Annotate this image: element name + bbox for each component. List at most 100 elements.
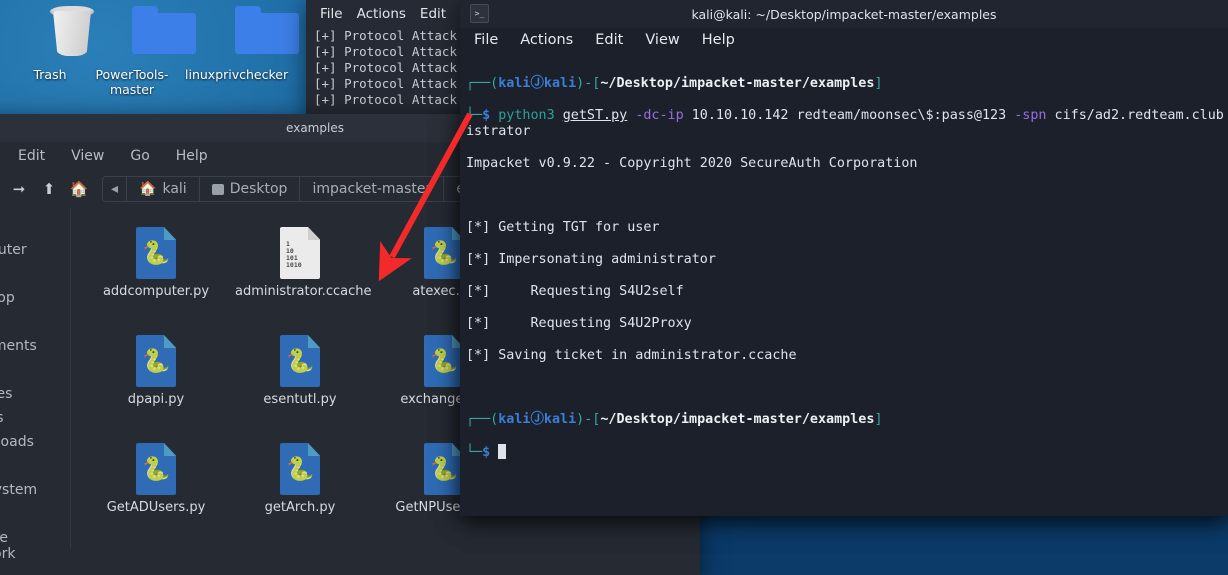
- desktop-icon-powertools[interactable]: PowerTools-master: [82, 6, 196, 97]
- sidebar-item-file-system[interactable]: File System: [0, 478, 70, 502]
- desktop-icon-label: PowerTools-master: [95, 67, 169, 97]
- prompt-user: kali: [498, 76, 531, 91]
- sidebar-item-label: Desktop: [0, 290, 15, 306]
- sidebar-item-downloads[interactable]: Downloads: [0, 430, 70, 454]
- prompt-line-2: ┌──(kaliⒿkali)-[~/Desktop/impacket-maste…: [466, 412, 883, 427]
- terminal-line: [+] Protocol Attack: [314, 28, 457, 43]
- sidebar-item-desktop[interactable]: Desktop: [0, 286, 70, 310]
- sidebar-item-trash[interactable]: Trash: [0, 310, 70, 334]
- menu-actions[interactable]: Actions: [357, 6, 406, 22]
- up-arrow-icon[interactable]: ⬆: [34, 176, 64, 202]
- sidebar-item-kali[interactable]: kali: [0, 262, 70, 286]
- cmd-interpreter: python3: [498, 108, 555, 123]
- menu-help[interactable]: Help: [702, 32, 735, 48]
- breadcrumb-label: kali: [162, 181, 187, 197]
- desktop-icon-label: linuxprivchecker: [185, 67, 289, 82]
- back-terminal-output: [+] Protocol Attack [+] Protocol Attack [+…: [306, 26, 470, 108]
- main-terminal-menubar: File Actions Edit View Help: [460, 28, 1228, 54]
- menu-file[interactable]: File: [320, 6, 343, 22]
- output-line: [*] Saving ticket in administrator.ccach…: [466, 348, 797, 363]
- breadcrumb-item-kali[interactable]: 🏠 kali: [127, 177, 200, 201]
- forward-arrow-icon[interactable]: ➞: [4, 176, 34, 202]
- folder-icon: [82, 6, 196, 64]
- menu-go[interactable]: Go: [130, 148, 149, 164]
- menu-help[interactable]: Help: [176, 148, 208, 164]
- cmd-credential: redteam/moonsec\$:pass@123: [796, 108, 1007, 123]
- background-terminal-protocol-window[interactable]: File Actions Edit [+] Protocol Attack [+]…: [306, 0, 470, 120]
- python-file-icon: 🐍: [91, 222, 221, 284]
- input-line[interactable]: └─$: [466, 444, 1228, 461]
- prompt-user: kali: [498, 412, 531, 427]
- cmd-spn: cifs/ad2.redteam.club: [1054, 108, 1224, 123]
- menu-edit[interactable]: Edit: [420, 6, 446, 22]
- output-line: [*] Requesting S4U2Proxy: [466, 316, 692, 331]
- sidebar-header-devices: Devices: [0, 454, 70, 478]
- sidebar-item-computer[interactable]: Computer: [0, 238, 70, 262]
- home-icon[interactable]: 🏠: [64, 176, 94, 202]
- file-manager-title: examples: [286, 121, 344, 135]
- desktop-icon-linuxprivchecker[interactable]: linuxprivchecker: [185, 6, 299, 82]
- sidebar-header-places: Places: [0, 214, 70, 238]
- sidebar-item-pictures[interactable]: Pictures: [0, 382, 70, 406]
- sidebar-item-videos[interactable]: Videos: [0, 406, 70, 430]
- file-item[interactable]: 🐍 GetADUsers.py: [91, 438, 221, 546]
- file-item[interactable]: 🐍 addcomputer.py: [91, 222, 221, 330]
- file-item[interactable]: 🐍 getArch.py: [235, 438, 365, 546]
- prompt-path: ~/Desktop/impacket-master/examples: [600, 76, 875, 91]
- sidebar-header-network: Network: [0, 502, 70, 526]
- python-file-icon: 🐍: [91, 330, 221, 392]
- sidebar-item-label: File System: [0, 482, 38, 498]
- menu-view[interactable]: View: [645, 32, 679, 48]
- terminal-line: [+] Protocol Attack: [314, 60, 457, 75]
- terminal-icon: >_: [470, 4, 489, 23]
- menu-file[interactable]: File: [474, 32, 498, 48]
- cmd-target-tail: istrator: [466, 124, 531, 139]
- terminal-line: [+] Protocol Attack: [314, 92, 457, 107]
- output-line: [*] Getting TGT for user: [466, 220, 660, 235]
- prompt-host: kali: [543, 76, 577, 91]
- breadcrumb-item-desktop[interactable]: Desktop: [200, 177, 301, 201]
- main-terminal-titlebar[interactable]: >_ kali@kali: ~/Desktop/impacket-master/…: [460, 0, 1228, 28]
- prompt-at-icon: Ⓙ: [530, 76, 544, 91]
- breadcrumb-label: Desktop: [229, 181, 288, 197]
- file-name: dpapi.py: [127, 392, 185, 407]
- prompt-sigil: $: [482, 108, 491, 123]
- prompt-line-1: ┌──(kaliⒿkali)-[~/Desktop/impacket-maste…: [466, 76, 883, 91]
- python-file-icon: 🐍: [91, 438, 221, 500]
- file-item[interactable]: 🐍 dpapi.py: [91, 330, 221, 438]
- chevron-left-icon[interactable]: ◂: [103, 177, 128, 201]
- file-item[interactable]: 🐍 esentutl.py: [235, 330, 365, 438]
- main-terminal-output[interactable]: ┌──(kaliⒿkali)-[~/Desktop/impacket-maste…: [460, 54, 1228, 493]
- command-line: └─$ python3 getST.py -dc-ip 10.10.10.142…: [466, 108, 1224, 139]
- back-terminal-menubar: File Actions Edit: [306, 0, 470, 26]
- terminal-cursor: [498, 444, 507, 459]
- sidebar-item-music[interactable]: Music: [0, 358, 70, 382]
- prompt-at-icon: Ⓙ: [530, 412, 544, 427]
- breadcrumb-item-impacket-master[interactable]: impacket-master: [300, 177, 445, 201]
- file-item[interactable]: 1 10 101 1010 administrator.ccache: [235, 222, 372, 330]
- file-name: esentutl.py: [263, 392, 337, 407]
- main-terminal-window[interactable]: >_ kali@kali: ~/Desktop/impacket-master/…: [460, 0, 1228, 516]
- menu-edit[interactable]: Edit: [18, 148, 45, 164]
- sidebar-item-label: Documents: [0, 338, 37, 354]
- sidebar-item-documents[interactable]: Documents: [0, 334, 70, 358]
- sidebar-item-label: Computer: [0, 242, 27, 258]
- folder-icon: [185, 6, 299, 64]
- binary-file-icon: 1 10 101 1010: [235, 222, 365, 284]
- cmd-dc-ip: 10.10.10.142: [691, 108, 789, 123]
- menu-view[interactable]: View: [71, 148, 104, 164]
- sidebar-item-browse-network[interactable]: Browse Network: [0, 526, 70, 566]
- file-name: addcomputer.py: [102, 284, 210, 299]
- terminal-line: [+] Protocol Attack: [314, 76, 457, 91]
- menu-actions[interactable]: Actions: [520, 32, 573, 48]
- output-line: [*] Impersonating administrator: [466, 252, 716, 267]
- file-name: GetADUsers.py: [106, 500, 206, 515]
- file-name: administrator.ccache: [235, 284, 372, 299]
- menu-edit[interactable]: Edit: [595, 32, 623, 48]
- desktop-icon-label: Trash: [33, 67, 67, 82]
- python-file-icon: 🐍: [235, 438, 365, 500]
- desktop-folder-icon: [211, 183, 224, 195]
- breadcrumb-label: impacket-master: [312, 181, 432, 197]
